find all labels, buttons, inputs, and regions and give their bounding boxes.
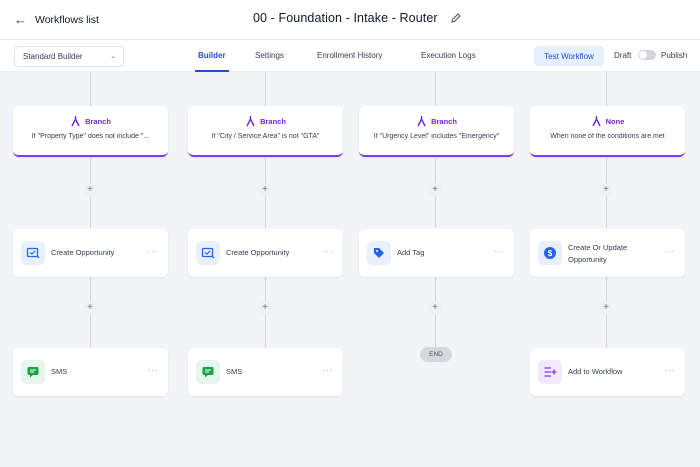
branch-type: Branch [260, 116, 286, 126]
add-step-button[interactable]: + [258, 301, 272, 315]
workflow-title: 00 - Foundation - Intake - Router [253, 11, 438, 25]
add-step-button[interactable]: + [83, 301, 97, 315]
action-card-sms[interactable]: SMS ··· [13, 348, 168, 396]
branch-condition: When none of the conditions are met [550, 133, 665, 140]
action-card-add-to-workflow[interactable]: Add to Workflow ··· [530, 348, 685, 396]
action-card-create-opportunity[interactable]: Create Opportunity ··· [188, 229, 343, 277]
test-workflow-button[interactable]: Test Workflow [534, 46, 604, 66]
publish-toggle[interactable] [638, 50, 656, 60]
more-menu-icon[interactable]: ··· [148, 246, 159, 256]
action-label: Add to Workflow [568, 367, 623, 376]
connector-line [90, 72, 91, 106]
action-card-add-tag[interactable]: Add Tag ··· [359, 229, 514, 277]
tab-settings[interactable]: Settings [255, 51, 284, 60]
add-step-button[interactable]: + [258, 183, 272, 197]
tab-enrollment-history[interactable]: Enrollment History [317, 51, 382, 60]
action-label: Create Opportunity [51, 248, 115, 257]
more-menu-icon[interactable]: ··· [323, 246, 334, 256]
tab-execution-logs[interactable]: Execution Logs [421, 51, 476, 60]
builder-select-value: Standard Builder [23, 52, 83, 61]
action-label: Add Tag [397, 248, 425, 257]
branch-icon [591, 116, 601, 127]
back-label: Workflows list [35, 14, 99, 26]
opportunity-icon [21, 241, 45, 265]
branch-icon [246, 116, 255, 127]
add-step-button[interactable]: + [599, 301, 613, 315]
action-label: SMS [51, 367, 68, 376]
draft-label: Draft [614, 51, 632, 60]
add-step-button[interactable]: + [428, 301, 442, 315]
action-card-sms[interactable]: SMS ··· [188, 348, 343, 396]
add-to-workflow-icon [538, 360, 562, 384]
sms-icon [196, 360, 220, 384]
branch-condition: If "City / Service Area" is not "GTA" [211, 133, 320, 140]
publish-label: Publish [661, 51, 688, 60]
more-menu-icon[interactable]: ··· [494, 246, 505, 256]
tag-icon [367, 241, 391, 265]
connector-line [435, 72, 436, 106]
action-label: Create Opportunity [226, 248, 290, 257]
branch-card[interactable]: Branch If "City / Service Area" is not "… [188, 106, 343, 157]
svg-text:$: $ [548, 249, 553, 258]
add-step-button[interactable]: + [599, 183, 613, 197]
action-card-create-opportunity[interactable]: Create Opportunity ··· [13, 229, 168, 277]
arrow-left-icon: ← [14, 12, 27, 27]
more-menu-icon[interactable]: ··· [323, 365, 334, 375]
branch-icon [71, 116, 80, 127]
opportunity-icon [196, 241, 220, 265]
top-bar: ← Workflows list 00 - Foundation - Intak… [0, 0, 700, 40]
back-to-workflows-link[interactable]: ← Workflows list [14, 12, 99, 28]
action-label: SMS [226, 367, 243, 376]
more-menu-icon[interactable]: ··· [665, 246, 676, 256]
end-marker: END [420, 347, 452, 362]
more-menu-icon[interactable]: ··· [665, 365, 676, 375]
branch-card[interactable]: Branch If "Property Type" does not inclu… [13, 106, 168, 157]
action-label: Create Or Update Opportunity [568, 243, 628, 264]
branch-condition: If "Urgency Level" includes "Emergency" [373, 133, 500, 140]
branch-icon [417, 116, 426, 127]
branch-type: Branch [431, 116, 457, 126]
dollar-icon: $ [538, 241, 562, 265]
action-card-create-or-update-opportunity[interactable]: $ Create Or Update Opportunity ··· [530, 229, 685, 277]
branch-card[interactable]: None When none of the conditions are met [530, 106, 685, 157]
tab-builder[interactable]: Builder [198, 51, 226, 60]
sms-icon [21, 360, 45, 384]
branch-type: None [605, 116, 625, 126]
pencil-icon[interactable] [450, 12, 462, 24]
chevron-down-icon: ⌄ [110, 53, 116, 60]
branch-condition: If "Property Type" does not include "... [31, 133, 150, 140]
branch-card[interactable]: Branch If "Urgency Level" includes "Emer… [359, 106, 514, 157]
add-step-button[interactable]: + [83, 183, 97, 197]
connector-line [265, 72, 266, 106]
toggle-knob [639, 51, 647, 59]
active-tab-indicator [195, 70, 229, 72]
branch-type: Branch [85, 116, 111, 126]
connector-line [606, 72, 607, 106]
add-step-button[interactable]: + [428, 183, 442, 197]
more-menu-icon[interactable]: ··· [148, 365, 159, 375]
builder-select[interactable]: Standard Builder ⌄ [14, 46, 124, 67]
